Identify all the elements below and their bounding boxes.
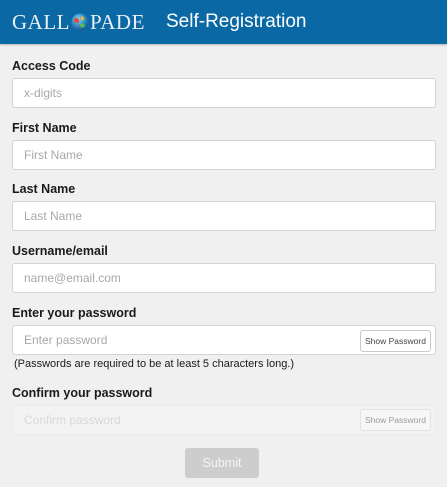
first-name-label: First Name — [12, 121, 77, 135]
show-confirm-password-button[interactable]: Show Password — [360, 409, 431, 431]
username-email-input[interactable] — [12, 263, 436, 293]
password-hint: (Passwords are required to be at least 5… — [14, 358, 295, 370]
last-name-label: Last Name — [12, 182, 76, 196]
gallopade-logo[interactable]: GALL PADE — [12, 10, 145, 34]
last-name-input[interactable] — [12, 201, 436, 231]
page-title: Self-Registration — [166, 11, 307, 32]
globe-icon — [71, 13, 89, 31]
first-name-input[interactable] — [12, 140, 436, 170]
password-label: Enter your password — [12, 306, 137, 320]
logo-text-right: PADE — [90, 9, 145, 34]
confirm-password-label: Confirm your password — [12, 386, 153, 400]
logo-text-left: GALL — [12, 9, 70, 34]
access-code-input[interactable] — [12, 78, 436, 108]
access-code-label: Access Code — [12, 59, 91, 73]
app-header: GALL PADE Self-Registration — [0, 0, 447, 44]
username-label: Username/email — [12, 244, 108, 258]
show-password-button[interactable]: Show Password — [360, 330, 431, 352]
submit-button[interactable]: Submit — [185, 448, 259, 478]
